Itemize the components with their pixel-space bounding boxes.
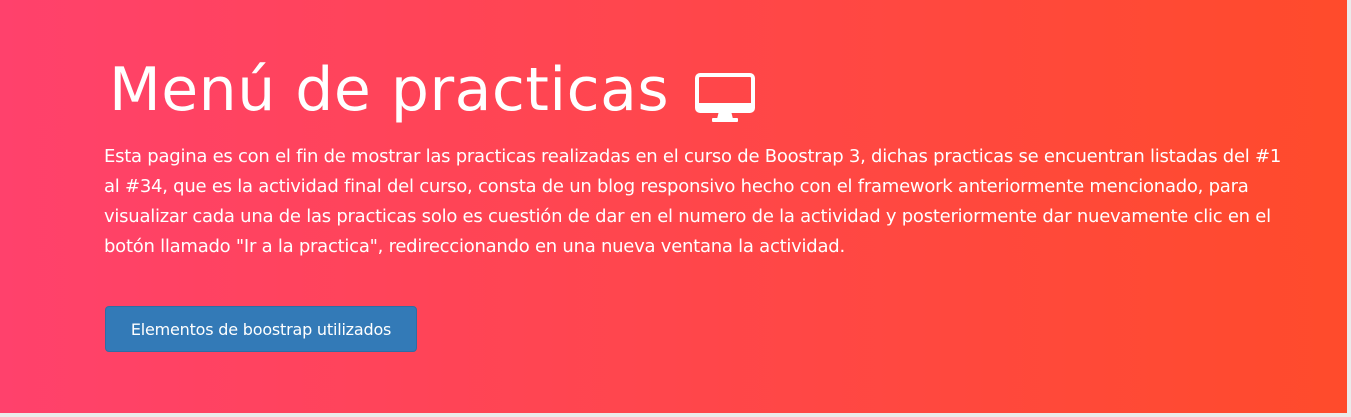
- scrollbar-edge: [1347, 0, 1351, 417]
- page-description: Esta pagina es con el fin de mostrar las…: [104, 146, 1282, 257]
- page-title: Menú de practicas: [109, 52, 756, 128]
- bottom-edge: [0, 413, 1351, 417]
- monitor-icon: [695, 67, 756, 122]
- bootstrap-elements-button[interactable]: Elementos de boostrap utilizados: [105, 306, 417, 352]
- jumbotron-header: Menú de practicas Esta pagina es con el …: [0, 0, 1347, 413]
- page-title-text: Menú de practicas: [109, 55, 670, 125]
